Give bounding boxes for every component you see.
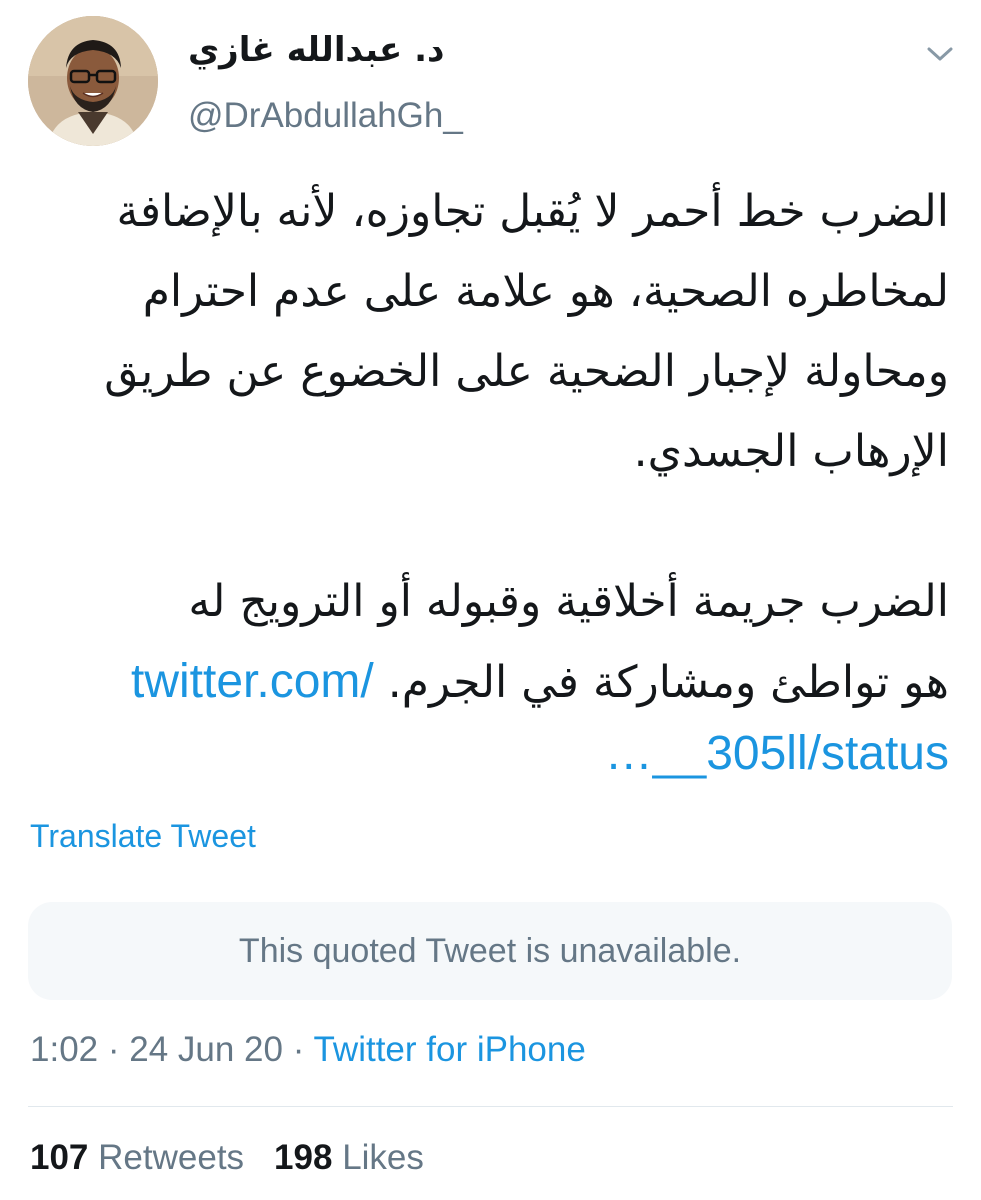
tweet-text-line: هو تواطئ ومشاركة في الجرم. twitter.com/ xyxy=(131,652,949,713)
tweet-stats: 107 Retweets 198 Likes xyxy=(30,1138,424,1178)
likes-count: 198 xyxy=(274,1138,333,1177)
tweet-link[interactable]: twitter.com/ xyxy=(131,655,374,708)
tweet-text-line: الإرهاب الجسدي. xyxy=(633,426,949,477)
likes-stat[interactable]: 198 Likes xyxy=(274,1138,424,1177)
chevron-down-icon xyxy=(927,47,953,61)
avatar[interactable] xyxy=(28,16,158,146)
retweets-stat[interactable]: 107 Retweets xyxy=(30,1138,244,1177)
tweet-text-segment: هو تواطئ ومشاركة في الجرم. xyxy=(387,657,949,708)
quoted-tweet-card: This quoted Tweet is unavailable. xyxy=(28,902,952,1000)
translate-tweet-link[interactable]: Translate Tweet xyxy=(30,818,256,855)
retweets-label: Retweets xyxy=(98,1138,245,1177)
tweet-meta: 1:02 · 24 Jun 20 · Twitter for iPhone xyxy=(30,1030,586,1070)
tweet-text-line: ومحاولة لإجبار الضحية على الخضوع عن طريق xyxy=(104,346,949,397)
tweet-date[interactable]: 24 Jun 20 xyxy=(129,1030,283,1069)
tweet-link-continued[interactable]: …__305ll/status xyxy=(605,727,949,780)
author-display-name[interactable]: د. عبدالله غازي xyxy=(188,30,444,70)
tweet-text-line: الضرب خط أحمر لا يُقبل تجاوزه، لأنه بالإ… xyxy=(116,186,949,237)
tweet-source-link[interactable]: Twitter for iPhone xyxy=(313,1030,585,1069)
divider xyxy=(28,1106,953,1107)
quoted-tweet-unavailable-message: This quoted Tweet is unavailable. xyxy=(238,931,742,970)
tweet-time[interactable]: 1:02 xyxy=(30,1030,98,1069)
retweets-count: 107 xyxy=(30,1138,89,1177)
likes-label: Likes xyxy=(342,1138,424,1177)
tweet-text-line: لمخاطره الصحية، هو علامة على عدم احترام xyxy=(142,266,949,317)
more-options-button[interactable] xyxy=(920,34,960,74)
avatar-image xyxy=(28,16,158,146)
tweet-text-line: …__305ll/status xyxy=(605,724,949,785)
author-handle[interactable]: @DrAbdullahGh_ xyxy=(188,96,463,136)
meta-separator: · xyxy=(98,1030,130,1069)
meta-separator: · xyxy=(282,1030,314,1069)
tweet-text-line: الضرب جريمة أخلاقية وقبوله أو الترويج له xyxy=(188,576,949,627)
